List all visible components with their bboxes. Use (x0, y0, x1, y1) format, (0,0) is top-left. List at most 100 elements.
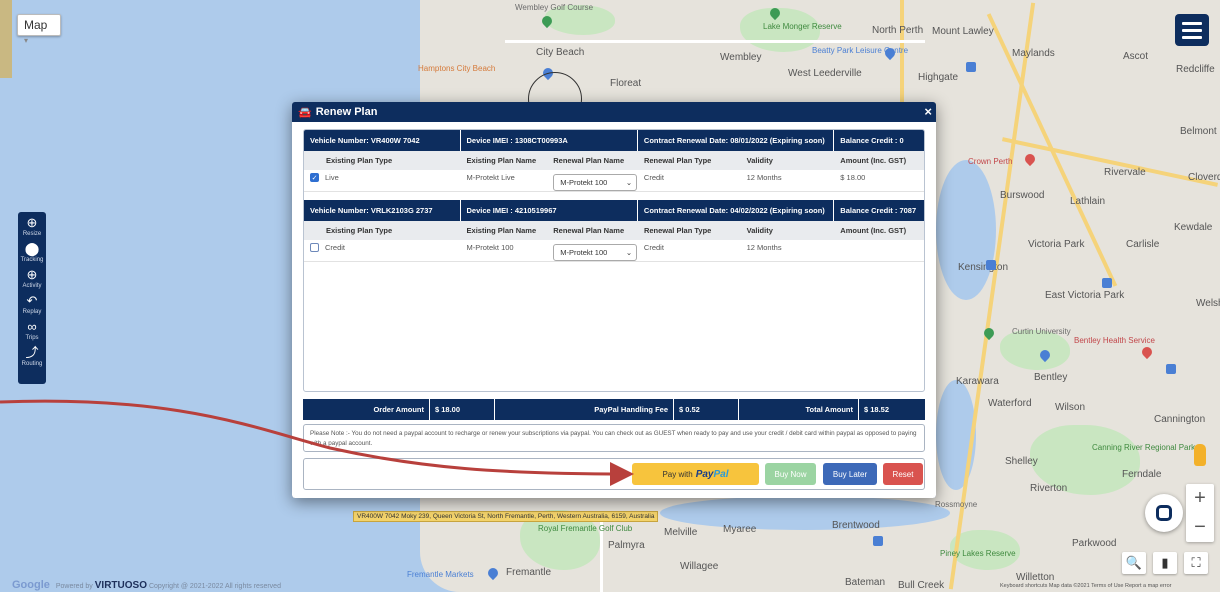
map-label: Bentley Health Service (1074, 336, 1155, 345)
device-imei: Device IMEI : 1308CT00993A (461, 130, 638, 151)
map-poi-icon[interactable] (1166, 364, 1176, 374)
renewal-plan-cell: M-Protekt 100 ⌄ (547, 240, 638, 261)
map-label: Fremantle (506, 567, 552, 578)
map-label: Mount Lawley (932, 26, 994, 37)
existing-plan-type-cell: ✓ Live (304, 170, 460, 191)
street-view-pegman-icon[interactable] (1194, 444, 1206, 466)
traffic-button[interactable]: ▮ (1153, 552, 1177, 574)
menu-line (1182, 21, 1202, 25)
renewal-plan-selected: M-Protekt 100 (560, 178, 608, 187)
toolbar-activity-button[interactable]: ⊕ Activity (22, 268, 42, 290)
map-poi-icon[interactable] (966, 62, 976, 72)
map-label: Waterford (988, 398, 1032, 409)
renewal-plan-cell: M-Protekt 100 ⌄ (547, 170, 638, 191)
column-header: Renewal Plan Type (643, 156, 712, 165)
toolbar-label: Routing (21, 361, 43, 367)
powered-by-text: Powered by (55, 583, 93, 590)
select-vehicle-checkbox[interactable]: ✓ (310, 173, 319, 182)
renewal-plan-select[interactable]: M-Protekt 100 ⌄ (553, 174, 638, 191)
google-logo: Google (12, 579, 50, 591)
toolbar-resize-button[interactable]: ⊕ Resize (23, 215, 41, 238)
map-label: Ascot (1123, 51, 1149, 62)
vehicle-header: Vehicle Number: VRLK2103G 2737 Device IME… (304, 200, 924, 221)
buy-now-button[interactable]: Buy Now (765, 463, 816, 485)
chevron-down-icon: ⌄ (625, 248, 633, 257)
map-label: Bull Creek (898, 580, 945, 591)
map-label: Brentwood (832, 520, 880, 531)
hamburger-menu-button[interactable] (1175, 14, 1209, 46)
table-row: Credit M-Protekt 100 M-Protekt 100 ⌄ Credit 1… (304, 240, 924, 262)
replay-icon: ↶ (26, 293, 38, 308)
map-label: Welsh (1196, 298, 1220, 309)
validity: 12 Months (746, 173, 782, 182)
paypal-prefix-label: Pay with (662, 469, 693, 479)
fullscreen-button[interactable]: ⛶ (1184, 552, 1208, 574)
map-label: Wilson (1055, 402, 1086, 413)
toolbar-routing-button[interactable]: ⤴ Routing (21, 345, 43, 368)
river (660, 496, 950, 530)
map-poi-icon[interactable] (873, 536, 883, 546)
map-label: Kewdale (1174, 222, 1213, 233)
map-footer-links[interactable]: Keyboard shortcuts Map data ©2021 Terms … (1000, 583, 1171, 589)
contract-renewal-date: Contract Renewal Date: 04/02/2022 (Expir… (638, 200, 835, 221)
resize-icon: ⊕ (26, 215, 38, 230)
paypal-fee-value: $ 0.52 (674, 399, 739, 420)
search-map-button[interactable]: 🔍 (1122, 552, 1146, 574)
menu-line (1182, 35, 1202, 39)
location-pin-icon: ⬤ (24, 241, 40, 256)
map-label: West Leederville (788, 68, 862, 79)
map-label: Crown Perth (968, 157, 1013, 166)
pay-with-paypal-button[interactable]: Pay with Pay Pal (632, 463, 759, 485)
action-bar: Pay with Pay Pal Buy Now Buy Later Reset (303, 458, 925, 490)
renewal-plan-select[interactable]: M-Protekt 100 ⌄ (553, 244, 638, 261)
column-header: Existing Plan Type (326, 226, 393, 235)
map-label: Lathlain (1070, 196, 1106, 207)
toolbar-replay-button[interactable]: ↶ Replay (23, 293, 42, 316)
chat-icon (1156, 505, 1172, 521)
order-amount-value: $ 18.00 (430, 399, 495, 420)
map-label: Curtin University (1012, 327, 1071, 336)
map-label: Carlisle (1126, 239, 1160, 250)
fullscreen-icon: ⛶ (1191, 555, 1201, 570)
map-label: Victoria Park (1028, 239, 1085, 250)
map-label: Redcliffe (1176, 64, 1215, 75)
land-corner (0, 0, 12, 78)
balance-credit: Balance Credit : 0 (840, 136, 904, 145)
map-label: Lake Monger Reserve (763, 22, 842, 31)
chat-button[interactable] (1145, 494, 1183, 532)
map-label: Wembley Golf Course (515, 3, 594, 12)
renew-plan-modal: 🚘 Renew Plan × Vehicle Number: VR400W 70… (292, 102, 936, 498)
modal-title: Renew Plan (315, 106, 378, 118)
vehicle-group: Vehicle Number: VR400W 7042 Device IMEI :… (304, 130, 924, 192)
toolbar-label: Tracking (20, 257, 44, 263)
close-icon[interactable]: × (924, 104, 932, 119)
existing-plan-type-cell: Credit (304, 240, 460, 261)
map-poi-icon[interactable] (1102, 278, 1112, 288)
column-header: Existing Plan Type (326, 156, 393, 165)
zoom-out-button[interactable]: − (1186, 513, 1214, 542)
vehicle-plan-table: Vehicle Number: VR400W 7042 Device IMEI :… (303, 129, 925, 392)
reset-button[interactable]: Reset (883, 463, 923, 485)
map-label: Piney Lakes Reserve (940, 549, 1016, 558)
footer-left: Google Powered by VIRTUOSO Copyright @ 2… (12, 579, 281, 591)
map-type-button[interactable]: Map ▾ (17, 14, 61, 45)
toolbar-trips-button[interactable]: ∞ Trips (25, 320, 39, 342)
zoom-in-button[interactable]: + (1186, 484, 1214, 513)
toolbar-label: Trips (25, 335, 39, 341)
map-label: Canning River Regional Park (1092, 443, 1196, 452)
renewal-plan-type: Credit (643, 173, 664, 182)
map-label: Bateman (845, 577, 886, 588)
map-poi-icon[interactable] (986, 260, 996, 270)
validity: 12 Months (746, 243, 782, 252)
buy-later-button[interactable]: Buy Later (823, 463, 877, 485)
select-vehicle-checkbox[interactable] (310, 243, 319, 252)
map-toolbar: ⊕ Resize ⬤ Tracking ⊕ Activity ↶ Replay ∞ Trips ⤴ R… (18, 212, 46, 384)
map-label: Rossmoyne (935, 500, 978, 509)
order-summary-bar: Order Amount $ 18.00 PayPal Handling Fee… (303, 399, 925, 420)
routing-icon: ⤴ (25, 345, 39, 360)
toolbar-label: Activity (22, 283, 42, 289)
map-label: Wembley (720, 52, 762, 63)
map-label: Cloverdale (1188, 172, 1220, 183)
paypal-logo-pay: Pay (695, 468, 714, 480)
toolbar-tracking-button[interactable]: ⬤ Tracking (20, 241, 44, 264)
